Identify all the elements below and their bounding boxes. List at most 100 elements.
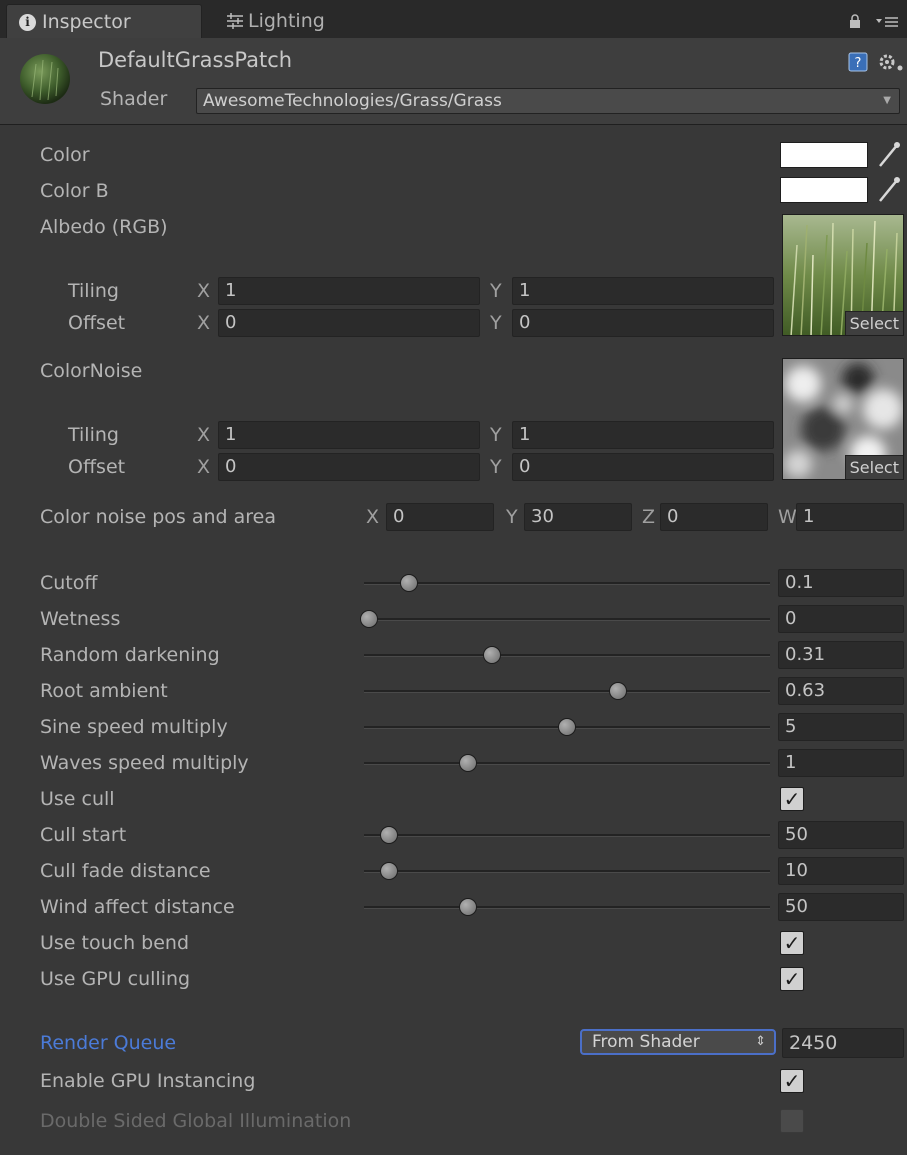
use-gpu-culling-label: Use GPU culling [40,968,191,990]
colornoise-tiling-y[interactable]: 1 [512,421,774,449]
colornoise-offset-y[interactable]: 0 [512,453,774,481]
axis-x-label: X [197,456,211,478]
gpu-instancing-label: Enable GPU Instancing [40,1070,256,1092]
material-header: DefaultGrassPatch Shader AwesomeTechnolo… [0,38,907,125]
slider-label-root-ambient: Root ambient [40,680,168,702]
albedo-texture-slot[interactable]: Select [782,214,904,336]
slider-value-cull-fade[interactable]: 10 [778,857,904,885]
menu-icon[interactable] [876,16,898,28]
slider-track[interactable] [364,870,770,873]
eyedropper-icon[interactable] [876,175,902,205]
noise-pos-w[interactable]: 1 [796,503,904,531]
albedo-offset-y[interactable]: 0 [512,309,774,337]
slider-track[interactable] [364,654,770,657]
axis-x-label: X [197,312,211,334]
axis-y-label: Y [490,424,502,446]
slider-track[interactable] [364,762,770,765]
slider-track[interactable] [364,906,770,909]
checkmark-icon: ✓ [783,931,801,955]
use-gpu-culling-checkbox[interactable]: ✓ [780,967,804,991]
slider-thumb-cull-fade[interactable] [379,862,398,880]
double-sided-gi-label: Double Sided Global Illumination [40,1110,352,1132]
slider-thumb-wind-affect[interactable] [459,898,477,916]
slider-thumb-random-darkening[interactable] [482,646,501,664]
eyedropper-icon[interactable] [876,140,902,170]
slider-value-waves-speed[interactable]: 1 [778,749,904,777]
double-sided-gi-checkbox[interactable] [780,1109,804,1133]
colornoise-label: ColorNoise [40,360,143,382]
slider-label-waves-speed: Waves speed multiply [40,752,249,774]
gpu-instancing-checkbox[interactable]: ✓ [780,1069,804,1093]
use-touch-bend-label: Use touch bend [40,932,190,954]
noise-pos-label: Color noise pos and area [40,506,276,528]
render-queue-value[interactable]: 2450 [782,1028,904,1058]
albedo-offset-x[interactable]: 0 [218,309,480,337]
albedo-tiling-x[interactable]: 1 [218,277,480,305]
slider-thumb-sine-speed[interactable] [558,718,576,736]
slider-value-wind-affect[interactable]: 50 [778,893,904,921]
shader-value: AwesomeTechnologies/Grass/Grass [203,91,502,111]
slider-value-cutoff[interactable]: 0.1 [778,569,904,597]
checkmark-icon: ✓ [783,967,801,991]
dropdown-arrow-icon: ▼ [883,95,891,106]
slider-value-sine-speed[interactable]: 5 [778,713,904,741]
colornoise-texture-slot[interactable]: Select [782,358,904,480]
slider-track[interactable] [364,690,770,693]
slider-thumb-cull-start[interactable] [379,826,398,844]
albedo-tiling-y[interactable]: 1 [512,277,774,305]
tab-lighting-label: Lighting [248,10,325,32]
color-label: Color [40,144,90,166]
render-queue-label: Render Queue [40,1032,177,1054]
tab-bar: i Inspector Lighting [0,0,907,39]
colornoise-offset-x[interactable]: 0 [218,453,480,481]
noise-pos-y[interactable]: 30 [524,503,632,531]
albedo-offset-label: Offset [68,312,126,334]
use-touch-bend-checkbox[interactable]: ✓ [780,931,804,955]
slider-thumb-cutoff[interactable] [399,574,418,592]
updown-arrow-icon: ⇕ [755,1034,766,1049]
render-queue-dropdown-value: From Shader [592,1032,700,1052]
slider-track[interactable] [364,834,770,837]
albedo-label: Albedo (RGB) [40,216,168,238]
slider-label-cutoff: Cutoff [40,572,98,594]
slider-thumb-root-ambient[interactable] [609,682,628,700]
slider-value-root-ambient[interactable]: 0.63 [778,677,904,705]
colornoise-select-button[interactable]: Select [844,455,903,479]
albedo-select-button[interactable]: Select [844,311,903,335]
colornoise-tiling-x[interactable]: 1 [218,421,480,449]
shader-label: Shader [100,88,168,110]
noise-pos-z[interactable]: 0 [660,503,768,531]
tab-lighting[interactable]: Lighting [214,4,364,38]
axis-x-label: X [366,506,380,528]
lock-icon[interactable] [848,14,862,28]
axis-z-label: Z [642,506,656,528]
color-b-swatch[interactable] [780,177,868,203]
slider-label-wind-affect: Wind affect distance [40,896,235,918]
use-cull-label: Use cull [40,788,115,810]
slider-thumb-wetness[interactable] [360,610,378,628]
use-cull-checkbox[interactable]: ✓ [780,787,804,811]
slider-track[interactable] [364,582,770,585]
render-queue-dropdown[interactable]: From Shader ⇕ [580,1029,776,1055]
slider-value-cull-start[interactable]: 50 [778,821,904,849]
noise-pos-x[interactable]: 0 [386,503,494,531]
color-b-label: Color B [40,180,109,202]
slider-label-cull-start: Cull start [40,824,127,846]
svg-text:?: ? [855,56,862,71]
gear-icon[interactable] [878,52,904,72]
slider-label-cull-fade: Cull fade distance [40,860,211,882]
axis-y-label: Y [490,280,502,302]
info-icon: i [19,14,36,31]
slider-value-random-darkening[interactable]: 0.31 [778,641,904,669]
color-swatch[interactable] [780,142,868,168]
slider-thumb-waves-speed[interactable] [459,754,477,772]
slider-track[interactable] [364,618,770,621]
axis-x-label: X [197,280,211,302]
axis-x-label: X [197,424,211,446]
tab-inspector-label: Inspector [42,11,131,33]
slider-value-wetness[interactable]: 0 [778,605,904,633]
slider-label-sine-speed: Sine speed multiply [40,716,228,738]
help-book-icon[interactable]: ? [848,52,868,72]
shader-dropdown[interactable]: AwesomeTechnologies/Grass/Grass ▼ [196,88,900,114]
tab-inspector[interactable]: i Inspector [6,4,202,38]
